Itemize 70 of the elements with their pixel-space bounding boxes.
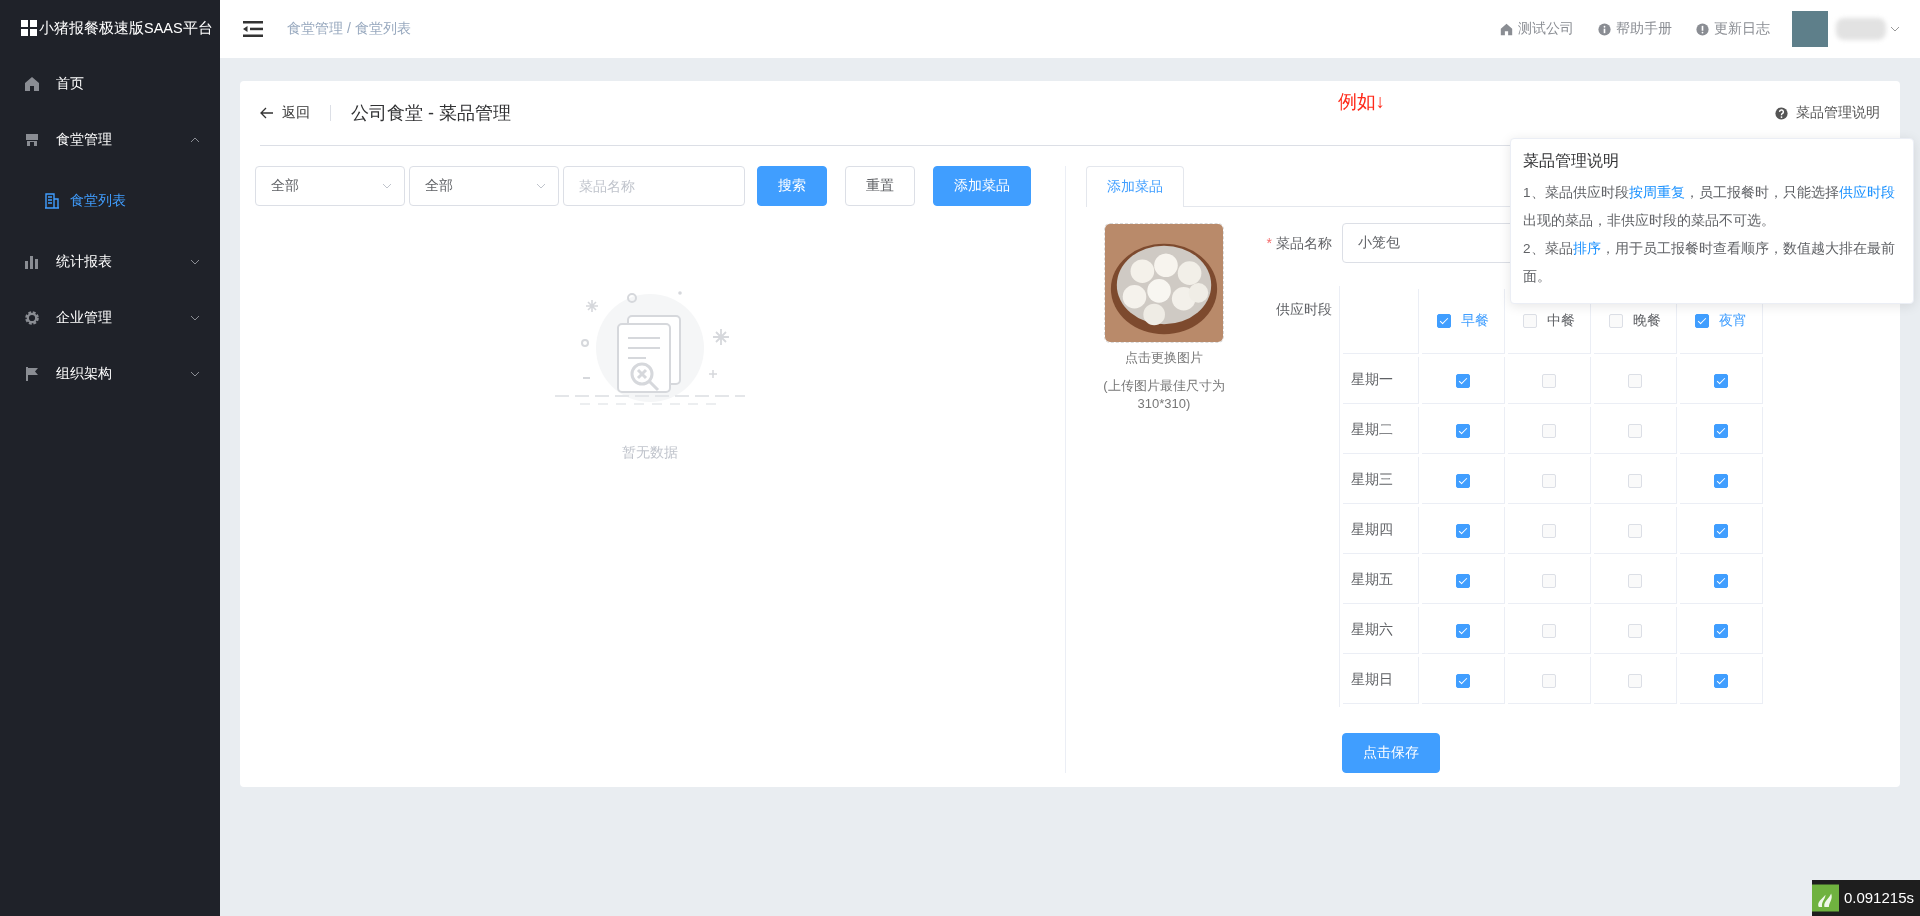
- checkbox[interactable]: [1695, 313, 1709, 328]
- timer-text: 0.091215s: [1842, 888, 1915, 908]
- meal-checkbox[interactable]: 晚餐: [1609, 311, 1661, 330]
- checkbox[interactable]: [1456, 674, 1470, 689]
- empty-state-text: 暂无数据: [622, 444, 678, 462]
- arrow-left-icon: [260, 107, 274, 119]
- weekday-cell: 星期四: [1343, 507, 1419, 554]
- submenu-item[interactable]: 食堂列表: [0, 168, 220, 234]
- home-icon: [24, 76, 40, 92]
- bar-chart-icon: [24, 254, 40, 270]
- checkbox[interactable]: [1456, 624, 1470, 639]
- caret-icon: [382, 183, 392, 189]
- sidebar-item[interactable]: 组织架构: [0, 346, 220, 402]
- sidebar-item[interactable]: 首页: [0, 56, 220, 112]
- checkbox[interactable]: [1714, 424, 1728, 439]
- sidebar-item[interactable]: 食堂管理: [0, 112, 220, 168]
- breadcrumb: 食堂管理 / 食堂列表: [287, 20, 411, 38]
- weekday-cell: 星期六: [1343, 607, 1419, 654]
- image-size-hint: (上传图片最佳尺寸为310*310): [1102, 377, 1226, 413]
- flag-icon: [24, 366, 40, 382]
- checkbox[interactable]: [1714, 524, 1728, 539]
- header-link[interactable]: 帮助手册: [1598, 20, 1672, 38]
- checkbox[interactable]: [1714, 674, 1728, 689]
- annotation-text: 例如↓: [1337, 90, 1385, 114]
- weekday-cell: 星期五: [1343, 557, 1419, 604]
- help-link[interactable]: 菜品管理说明: [1775, 104, 1880, 122]
- checkbox[interactable]: [1714, 574, 1728, 589]
- checkbox[interactable]: [1456, 574, 1470, 589]
- search-field[interactable]: 菜品名称: [563, 166, 745, 206]
- caret-icon[interactable]: [1890, 26, 1900, 32]
- filter-select[interactable]: 全部: [409, 166, 559, 206]
- header-link[interactable]: 测试公司: [1500, 20, 1574, 38]
- building-icon: [44, 193, 60, 209]
- popover-title: 菜品管理说明: [1523, 151, 1620, 171]
- change-image-link[interactable]: 点击更换图片: [1125, 349, 1203, 367]
- weekday-cell: 星期日: [1343, 657, 1419, 704]
- weekday-cell: 星期三: [1343, 457, 1419, 504]
- checkbox[interactable]: [1714, 374, 1728, 389]
- field-label: 供应时段: [1276, 301, 1332, 317]
- weekday-cell: 星期一: [1343, 357, 1419, 404]
- required-mark: *: [1266, 235, 1272, 251]
- app-title: 小猪报餐极速版SAAS平台: [39, 18, 213, 38]
- settings-icon: [24, 310, 40, 326]
- checkbox[interactable]: [1437, 313, 1451, 328]
- question-icon: [1775, 106, 1788, 120]
- weekday-cell: 星期二: [1343, 407, 1419, 454]
- store-icon: [24, 132, 40, 148]
- meal-checkbox[interactable]: 中餐: [1523, 311, 1575, 330]
- exclamation-icon: [1696, 22, 1709, 36]
- checkbox[interactable]: [1456, 424, 1470, 439]
- checkbox[interactable]: [1714, 624, 1728, 639]
- blurred-name-block: [1836, 18, 1886, 40]
- checkbox[interactable]: [1714, 474, 1728, 489]
- sidebar-item[interactable]: 企业管理: [0, 290, 220, 346]
- checkbox[interactable]: [1456, 474, 1470, 489]
- filter-select[interactable]: 全部: [255, 166, 405, 206]
- caret-icon: [536, 183, 546, 189]
- header-link[interactable]: 更新日志: [1696, 20, 1770, 38]
- action-button[interactable]: 重置: [845, 166, 915, 206]
- page-title: 公司食堂 - 菜品管理: [351, 102, 511, 125]
- sidebar-item[interactable]: 统计报表: [0, 234, 220, 290]
- photo-placeholder[interactable]: [1104, 223, 1224, 343]
- field-label: 菜品名称: [1276, 235, 1332, 251]
- grid-logo-icon: [21, 20, 37, 36]
- back-link[interactable]: 返回: [260, 104, 310, 122]
- home-icon: [1500, 22, 1513, 36]
- checkbox[interactable]: [1456, 524, 1470, 539]
- checkbox[interactable]: [1456, 374, 1470, 389]
- menu-icon[interactable]: [243, 21, 263, 37]
- info-icon: [1598, 22, 1611, 36]
